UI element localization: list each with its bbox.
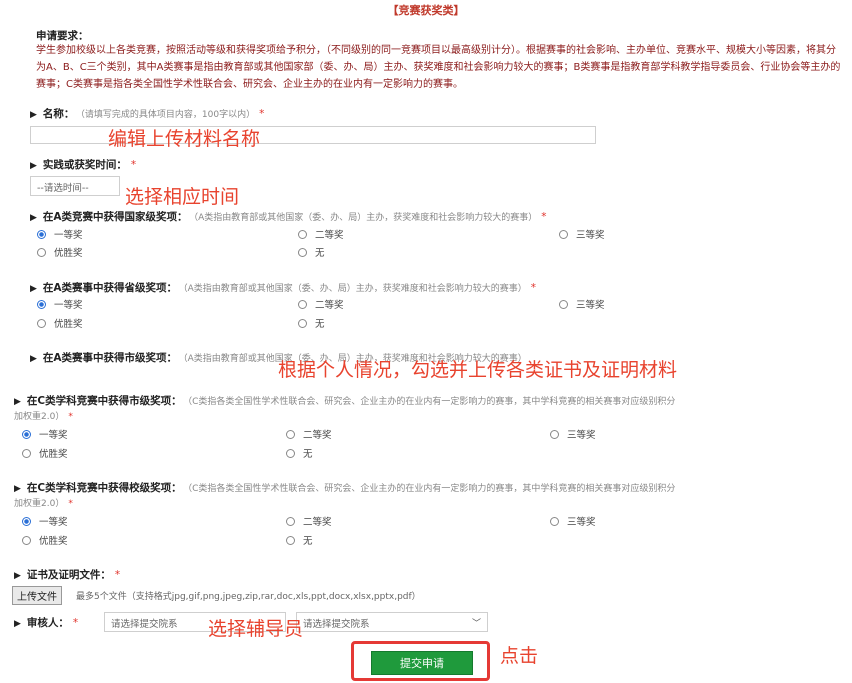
a-national-none-radio[interactable]: 无 [298,245,325,259]
reviewer-label: ▶ 审核人： * [14,617,79,629]
a-national-first-radio[interactable]: 一等奖 [37,227,83,241]
time-field-label: ▶ 实践或获奖时间： * [30,159,137,171]
triangle-icon: ▶ [30,161,37,171]
triangle-icon: ▶ [14,619,21,629]
annotation-name: 编辑上传材料名称 [108,128,261,150]
triangle-icon: ▶ [30,110,37,120]
triangle-icon: ▶ [30,284,37,294]
a-provincial-first-radio[interactable]: 一等奖 [37,297,83,311]
requirements-title: 申请要求： [36,30,89,42]
c-school-third-radio[interactable]: 三等奖 [550,514,596,528]
c-school-label: ▶ 在C类学科竞赛中获得校级奖项： （C类指各类全国性学术性联合会、研究会、企业主办… [14,482,676,494]
c-school-first-radio[interactable]: 一等奖 [22,514,68,528]
c-city-hint-cont: 加权重2.0） * [14,412,73,422]
annotation-click: 点击 [500,645,539,667]
files-label: ▶ 证书及证明文件： * [14,569,121,581]
upload-file-button[interactable]: 上传文件 [12,586,62,605]
a-national-third-radio[interactable]: 三等奖 [559,227,605,241]
c-school-merit-radio[interactable]: 优胜奖 [22,533,68,547]
time-select[interactable]: --请选时间-- [30,176,120,196]
c-city-third-radio[interactable]: 三等奖 [550,427,596,441]
c-school-hint-cont: 加权重2.0） * [14,499,73,509]
triangle-icon: ▶ [30,354,37,364]
triangle-icon: ▶ [14,397,21,407]
c-city-merit-radio[interactable]: 优胜奖 [22,446,68,460]
a-provincial-third-radio[interactable]: 三等奖 [559,297,605,311]
annotation-time: 选择相应时间 [125,186,240,208]
name-field-label: ▶ 名称： （请填写完成的具体项目内容，100字以内） * [30,108,265,120]
a-provincial-label: ▶ 在A类赛事中获得省级奖项： （A类指由教育部或其他国家（委、办、局）主办，获奖难… [30,282,536,294]
reviewer-select[interactable]: 请选择提交院系 ﹀ [296,612,488,632]
annotation-reviewer: 选择辅导员 [208,618,304,640]
requirements-text: 学生参加校级以上各类竞赛，按照活动等级和获得奖项给予积分，（不同级别的同一竞赛项… [36,45,841,90]
triangle-icon: ▶ [14,571,21,581]
c-city-label: ▶ 在C类学科竞赛中获得市级奖项： （C类指各类全国性学术性联合会、研究会、企业主办… [14,395,676,407]
c-city-first-radio[interactable]: 一等奖 [22,427,68,441]
a-provincial-second-radio[interactable]: 二等奖 [298,297,344,311]
page-title: 【竞赛获奖类】 [387,4,465,17]
triangle-icon: ▶ [30,213,37,223]
c-school-none-radio[interactable]: 无 [286,533,313,547]
submit-button[interactable]: 提交申请 [371,651,473,675]
a-national-second-radio[interactable]: 二等奖 [298,227,344,241]
a-provincial-none-radio[interactable]: 无 [298,316,325,330]
c-city-none-radio[interactable]: 无 [286,446,313,460]
a-national-label: ▶ 在A类竞赛中获得国家级奖项： （A类指由教育部或其他国家（委、办、局）主办，获奖… [30,211,547,223]
a-national-merit-radio[interactable]: 优胜奖 [37,245,83,259]
c-school-second-radio[interactable]: 二等奖 [286,514,332,528]
chevron-down-icon: ﹀ [471,619,481,629]
upload-hint: 最多5个文件（支持格式jpg,gif,png,jpeg,zip,rar,doc,… [76,592,421,602]
triangle-icon: ▶ [14,484,21,494]
c-city-second-radio[interactable]: 二等奖 [286,427,332,441]
annotation-awards: 根据个人情况，勾选并上传各类证书及证明材料 [278,359,678,381]
a-provincial-merit-radio[interactable]: 优胜奖 [37,316,83,330]
